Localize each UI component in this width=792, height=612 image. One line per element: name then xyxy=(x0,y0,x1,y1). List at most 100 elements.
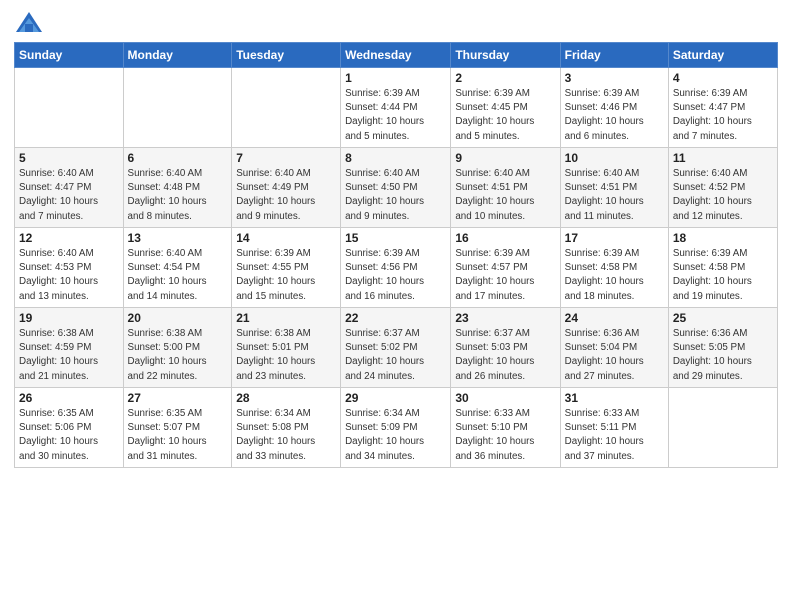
day-cell xyxy=(232,68,341,148)
day-cell: 11 Sunrise: 6:40 AM Sunset: 4:52 PM Dayli… xyxy=(668,148,777,228)
day-info: Sunrise: 6:39 AM Sunset: 4:58 PM Dayligh… xyxy=(565,247,664,304)
day-cell: 21 Sunrise: 6:38 AM Sunset: 5:01 PM Dayli… xyxy=(232,308,341,388)
col-header-saturday: Saturday xyxy=(668,43,777,68)
day-number: 28 xyxy=(236,391,336,405)
day-info: Sunrise: 6:35 AM Sunset: 5:06 PM Dayligh… xyxy=(19,407,119,464)
day-number: 25 xyxy=(673,311,773,325)
day-cell: 1 Sunrise: 6:39 AM Sunset: 4:44 PM Daylig… xyxy=(341,68,451,148)
day-info: Sunrise: 6:39 AM Sunset: 4:44 PM Dayligh… xyxy=(345,87,446,144)
day-number: 23 xyxy=(455,311,555,325)
day-cell: 5Sunrise: 6:40 AM Sunset: 4:47 PM Daylig… xyxy=(15,148,124,228)
day-cell: 9 Sunrise: 6:40 AM Sunset: 4:51 PM Daylig… xyxy=(451,148,560,228)
day-cell: 15Sunrise: 6:39 AM Sunset: 4:56 PM Dayli… xyxy=(341,228,451,308)
day-number: 9 xyxy=(455,151,555,165)
col-header-wednesday: Wednesday xyxy=(341,43,451,68)
day-number: 7 xyxy=(236,151,336,165)
day-number: 19 xyxy=(19,311,119,325)
day-cell: 19 Sunrise: 6:38 AM Sunset: 4:59 PM Dayli… xyxy=(15,308,124,388)
day-cell: 20 Sunrise: 6:38 AM Sunset: 5:00 PM Dayli… xyxy=(123,308,232,388)
day-info: Sunrise: 6:34 AM Sunset: 5:09 PM Dayligh… xyxy=(345,407,446,464)
day-cell: 27Sunrise: 6:35 AM Sunset: 5:07 PM Dayli… xyxy=(123,388,232,468)
day-number: 22 xyxy=(345,311,446,325)
day-cell: 2Sunrise: 6:39 AM Sunset: 4:45 PM Daylig… xyxy=(451,68,560,148)
day-number: 24 xyxy=(565,311,664,325)
day-cell: 18 Sunrise: 6:39 AM Sunset: 4:58 PM Dayli… xyxy=(668,228,777,308)
day-cell: 28 Sunrise: 6:34 AM Sunset: 5:08 PM Dayli… xyxy=(232,388,341,468)
day-cell: 3Sunrise: 6:39 AM Sunset: 4:46 PM Daylig… xyxy=(560,68,668,148)
day-cell: 25 Sunrise: 6:36 AM Sunset: 5:05 PM Dayli… xyxy=(668,308,777,388)
day-info: Sunrise: 6:40 AM Sunset: 4:49 PM Dayligh… xyxy=(236,167,336,224)
day-number: 3 xyxy=(565,71,664,85)
day-number: 6 xyxy=(128,151,228,165)
day-number: 13 xyxy=(128,231,228,245)
header xyxy=(14,10,778,36)
col-header-sunday: Sunday xyxy=(15,43,124,68)
day-info: Sunrise: 6:36 AM Sunset: 5:04 PM Dayligh… xyxy=(565,327,664,384)
day-info: Sunrise: 6:39 AM Sunset: 4:45 PM Dayligh… xyxy=(455,87,555,144)
col-header-friday: Friday xyxy=(560,43,668,68)
calendar-header-row: SundayMondayTuesdayWednesdayThursdayFrid… xyxy=(15,43,778,68)
day-cell: 17 Sunrise: 6:39 AM Sunset: 4:58 PM Dayli… xyxy=(560,228,668,308)
day-info: Sunrise: 6:40 AM Sunset: 4:48 PM Dayligh… xyxy=(128,167,228,224)
day-number: 18 xyxy=(673,231,773,245)
col-header-monday: Monday xyxy=(123,43,232,68)
day-cell: 31Sunrise: 6:33 AM Sunset: 5:11 PM Dayli… xyxy=(560,388,668,468)
day-info: Sunrise: 6:39 AM Sunset: 4:57 PM Dayligh… xyxy=(455,247,555,304)
day-number: 21 xyxy=(236,311,336,325)
day-cell: 22Sunrise: 6:37 AM Sunset: 5:02 PM Dayli… xyxy=(341,308,451,388)
day-info: Sunrise: 6:35 AM Sunset: 5:07 PM Dayligh… xyxy=(128,407,228,464)
day-info: Sunrise: 6:37 AM Sunset: 5:03 PM Dayligh… xyxy=(455,327,555,384)
day-number: 15 xyxy=(345,231,446,245)
day-cell: 7 Sunrise: 6:40 AM Sunset: 4:49 PM Daylig… xyxy=(232,148,341,228)
day-number: 29 xyxy=(345,391,446,405)
week-row-2: 5Sunrise: 6:40 AM Sunset: 4:47 PM Daylig… xyxy=(15,148,778,228)
day-info: Sunrise: 6:40 AM Sunset: 4:54 PM Dayligh… xyxy=(128,247,228,304)
day-number: 14 xyxy=(236,231,336,245)
day-info: Sunrise: 6:40 AM Sunset: 4:53 PM Dayligh… xyxy=(19,247,119,304)
week-row-1: 1 Sunrise: 6:39 AM Sunset: 4:44 PM Daylig… xyxy=(15,68,778,148)
day-number: 11 xyxy=(673,151,773,165)
day-number: 17 xyxy=(565,231,664,245)
day-cell: 23 Sunrise: 6:37 AM Sunset: 5:03 PM Dayli… xyxy=(451,308,560,388)
col-header-tuesday: Tuesday xyxy=(232,43,341,68)
day-info: Sunrise: 6:36 AM Sunset: 5:05 PM Dayligh… xyxy=(673,327,773,384)
day-info: Sunrise: 6:33 AM Sunset: 5:11 PM Dayligh… xyxy=(565,407,664,464)
day-cell xyxy=(668,388,777,468)
day-cell: 4 Sunrise: 6:39 AM Sunset: 4:47 PM Daylig… xyxy=(668,68,777,148)
day-cell: 30Sunrise: 6:33 AM Sunset: 5:10 PM Dayli… xyxy=(451,388,560,468)
week-row-4: 19 Sunrise: 6:38 AM Sunset: 4:59 PM Dayli… xyxy=(15,308,778,388)
day-cell: 6 Sunrise: 6:40 AM Sunset: 4:48 PM Daylig… xyxy=(123,148,232,228)
day-info: Sunrise: 6:40 AM Sunset: 4:51 PM Dayligh… xyxy=(565,167,664,224)
day-cell xyxy=(15,68,124,148)
day-cell: 14 Sunrise: 6:39 AM Sunset: 4:55 PM Dayli… xyxy=(232,228,341,308)
day-info: Sunrise: 6:38 AM Sunset: 5:00 PM Dayligh… xyxy=(128,327,228,384)
day-info: Sunrise: 6:38 AM Sunset: 4:59 PM Dayligh… xyxy=(19,327,119,384)
day-info: Sunrise: 6:40 AM Sunset: 4:51 PM Dayligh… xyxy=(455,167,555,224)
day-info: Sunrise: 6:40 AM Sunset: 4:50 PM Dayligh… xyxy=(345,167,446,224)
day-number: 4 xyxy=(673,71,773,85)
week-row-3: 12Sunrise: 6:40 AM Sunset: 4:53 PM Dayli… xyxy=(15,228,778,308)
day-cell: 29 Sunrise: 6:34 AM Sunset: 5:09 PM Dayli… xyxy=(341,388,451,468)
day-cell: 24 Sunrise: 6:36 AM Sunset: 5:04 PM Dayli… xyxy=(560,308,668,388)
day-cell: 10 Sunrise: 6:40 AM Sunset: 4:51 PM Dayli… xyxy=(560,148,668,228)
page: SundayMondayTuesdayWednesdayThursdayFrid… xyxy=(0,0,792,612)
day-number: 20 xyxy=(128,311,228,325)
day-number: 30 xyxy=(455,391,555,405)
day-number: 5 xyxy=(19,151,119,165)
day-info: Sunrise: 6:39 AM Sunset: 4:58 PM Dayligh… xyxy=(673,247,773,304)
day-info: Sunrise: 6:40 AM Sunset: 4:52 PM Dayligh… xyxy=(673,167,773,224)
week-row-5: 26Sunrise: 6:35 AM Sunset: 5:06 PM Dayli… xyxy=(15,388,778,468)
calendar-table: SundayMondayTuesdayWednesdayThursdayFrid… xyxy=(14,42,778,468)
day-cell xyxy=(123,68,232,148)
day-cell: 16Sunrise: 6:39 AM Sunset: 4:57 PM Dayli… xyxy=(451,228,560,308)
day-info: Sunrise: 6:38 AM Sunset: 5:01 PM Dayligh… xyxy=(236,327,336,384)
day-cell: 8 Sunrise: 6:40 AM Sunset: 4:50 PM Daylig… xyxy=(341,148,451,228)
day-number: 1 xyxy=(345,71,446,85)
day-number: 10 xyxy=(565,151,664,165)
day-info: Sunrise: 6:34 AM Sunset: 5:08 PM Dayligh… xyxy=(236,407,336,464)
logo xyxy=(14,10,48,36)
day-info: Sunrise: 6:39 AM Sunset: 4:55 PM Dayligh… xyxy=(236,247,336,304)
day-cell: 12Sunrise: 6:40 AM Sunset: 4:53 PM Dayli… xyxy=(15,228,124,308)
day-info: Sunrise: 6:39 AM Sunset: 4:47 PM Dayligh… xyxy=(673,87,773,144)
day-number: 8 xyxy=(345,151,446,165)
